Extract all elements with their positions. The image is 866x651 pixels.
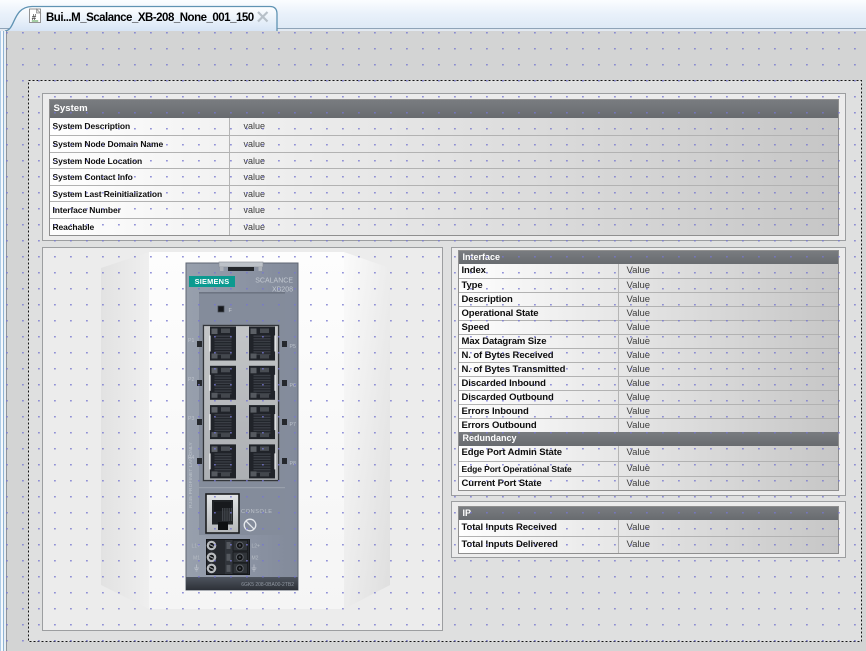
svg-text:CONSOLE: CONSOLE — [241, 509, 273, 515]
svg-text:SCALANCE: SCALANCE — [255, 277, 293, 284]
svg-text:P2: P2 — [188, 377, 194, 383]
svg-text:P6: P6 — [290, 383, 296, 389]
svg-text:L2+: L2+ — [252, 544, 261, 550]
svg-text:M2: M2 — [252, 555, 259, 561]
svg-text:P3: P3 — [188, 416, 194, 422]
svg-text:#: # — [32, 13, 37, 22]
svg-text:RJ45 PROFINET LAN ONLY: RJ45 PROFINET LAN ONLY — [188, 442, 194, 508]
svg-text:P5: P5 — [290, 344, 296, 350]
svg-text:M1: M1 — [193, 555, 200, 561]
svg-text:6GK5 208-0BA00-2TB2: 6GK5 208-0BA00-2TB2 — [241, 582, 294, 588]
svg-text:P1: P1 — [188, 338, 194, 344]
svg-text:P8: P8 — [290, 461, 296, 467]
svg-text:L1+: L1+ — [192, 544, 201, 550]
svg-text:SIEMENS: SIEMENS — [195, 277, 230, 286]
svg-text:P7: P7 — [290, 422, 296, 428]
